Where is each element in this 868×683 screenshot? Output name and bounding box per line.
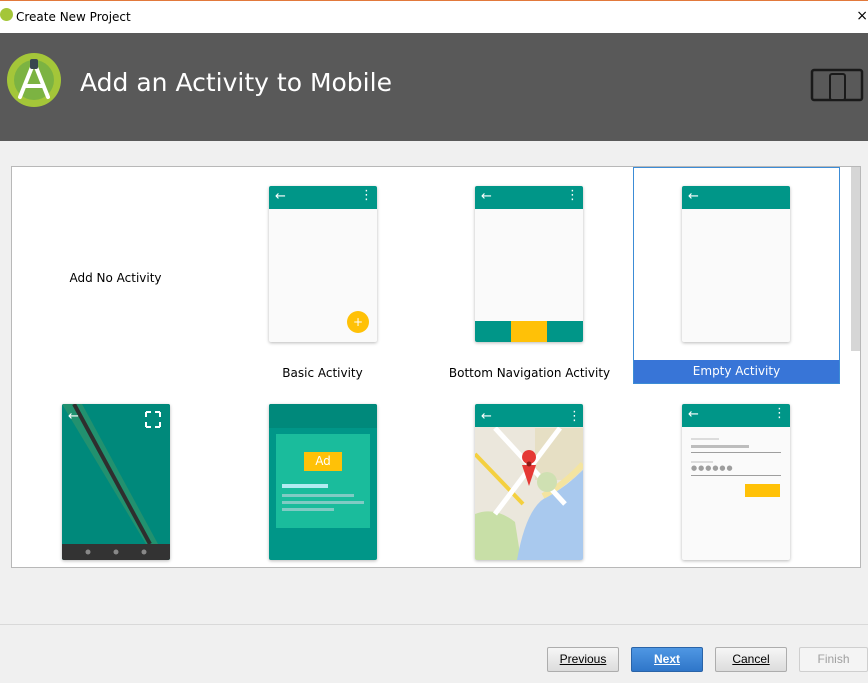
activity-tile-maps[interactable]: ← ⋮ [426, 384, 633, 567]
ad-text-line [282, 484, 328, 488]
close-icon[interactable]: × [856, 8, 868, 24]
map-graphic: ← ⋮ [475, 404, 583, 560]
android-studio-icon [0, 8, 13, 21]
form-field-value [691, 445, 749, 448]
activity-tile-basic[interactable]: ← ⋮ + Basic Activity [219, 167, 426, 384]
login-activity-thumbnail: ← ⋮ ●●●●●● [682, 404, 790, 560]
form-field-hint [691, 438, 719, 440]
maps-activity-thumbnail: ← ⋮ [475, 404, 583, 560]
empty-activity-thumbnail: ← [682, 186, 790, 342]
form-field-underline [691, 452, 781, 453]
password-dots: ●●●●●● [691, 464, 734, 472]
ad-text-line [282, 494, 354, 497]
page-title: Add an Activity to Mobile [80, 68, 392, 97]
finish-button[interactable]: Finish [799, 647, 868, 672]
admob-activity-thumbnail: Ad [269, 404, 377, 560]
scrollbar-thumb[interactable] [851, 167, 860, 351]
activity-tile-login[interactable]: ← ⋮ ●●●●●● [633, 384, 840, 567]
next-button[interactable]: Next [631, 647, 703, 672]
activity-gallery[interactable]: Add No Activity ← ⋮ + Basic Activity ← ⋮… [11, 166, 861, 568]
back-arrow-icon: ← [688, 189, 699, 204]
activity-tile-bottom-navigation[interactable]: ← ⋮ Bottom Navigation Activity [426, 167, 633, 384]
activity-label: Add No Activity [69, 271, 162, 285]
form-field-underline [691, 475, 781, 476]
activity-tile-fullscreen[interactable]: ← [12, 384, 219, 567]
svg-text:⋮: ⋮ [568, 409, 581, 424]
window-titlebar: Create New Project × [0, 0, 868, 33]
ad-badge: Ad [304, 452, 342, 471]
previous-button[interactable]: Previous [547, 647, 619, 672]
overflow-menu-icon: ⋮ [773, 406, 786, 421]
tablet-phone-icon [810, 68, 864, 102]
ad-card: Ad [276, 434, 370, 528]
bottom-navigation-thumbnail: ← ⋮ [475, 186, 583, 342]
back-arrow-icon: ← [275, 189, 286, 204]
activity-tile-empty[interactable]: ← Empty Activity [633, 167, 840, 384]
header-banner: Add an Activity to Mobile [0, 33, 868, 141]
android-studio-icon [7, 53, 61, 107]
svg-text:←: ← [481, 409, 492, 424]
activity-tile-no-activity[interactable]: Add No Activity [12, 167, 219, 384]
form-field-hint [691, 461, 713, 463]
svg-text:←: ← [68, 409, 79, 424]
ad-text-line [282, 508, 334, 511]
activity-label: Bottom Navigation Activity [448, 366, 611, 380]
wizard-footer: Previous Next Cancel Finish [0, 624, 868, 683]
bottom-nav-active-item [511, 321, 547, 342]
basic-activity-thumbnail: ← ⋮ + [269, 186, 377, 342]
ad-text-line [282, 501, 364, 504]
fullscreen-activity-thumbnail: ← [62, 404, 170, 560]
sign-in-button-shape [745, 484, 780, 497]
overflow-menu-icon: ⋮ [360, 188, 373, 203]
activity-tile-admob[interactable]: Ad [219, 384, 426, 567]
back-arrow-icon: ← [688, 407, 699, 422]
activity-label: Basic Activity [282, 366, 363, 380]
toolbar [269, 404, 377, 428]
fab-button-icon: + [347, 311, 369, 333]
activity-label: Empty Activity [634, 360, 839, 383]
cancel-button[interactable]: Cancel [715, 647, 787, 672]
overflow-menu-icon: ⋮ [566, 188, 579, 203]
window-title: Create New Project [16, 10, 131, 24]
back-arrow-icon: ← [481, 189, 492, 204]
